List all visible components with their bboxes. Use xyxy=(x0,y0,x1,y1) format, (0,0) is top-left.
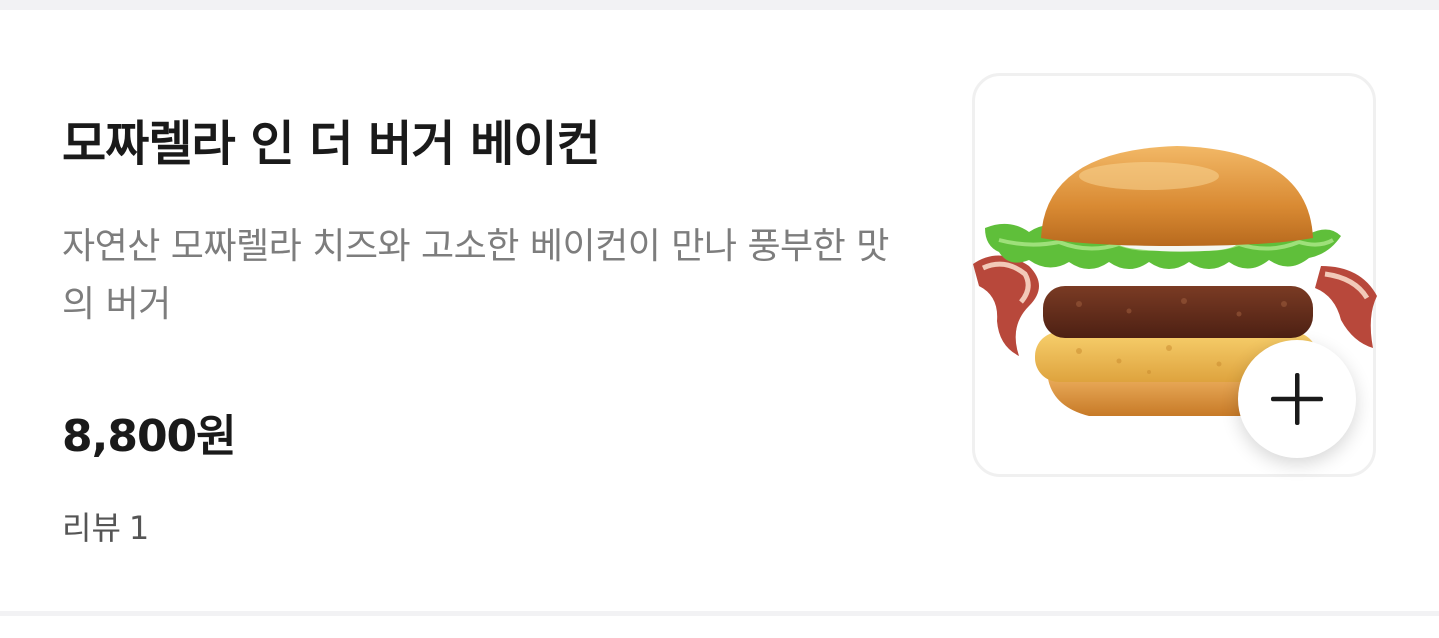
review-summary: 리뷰 1 xyxy=(62,506,149,550)
review-count: 1 xyxy=(128,509,150,547)
section-divider-bottom xyxy=(0,611,1439,616)
menu-item-title: 모짜렐라 인 더 버거 베이컨 xyxy=(62,116,601,172)
menu-item-description: 자연산 모짜렐라 치즈와 고소한 베이컨이 만나 풍부한 맛의 버거 xyxy=(62,226,889,325)
plus-icon xyxy=(1271,373,1323,425)
section-divider-top xyxy=(0,0,1439,10)
review-label: 리뷰 xyxy=(62,509,121,547)
add-to-cart-button[interactable] xyxy=(1238,340,1356,458)
menu-item-price: 8,800원 xyxy=(62,411,237,462)
